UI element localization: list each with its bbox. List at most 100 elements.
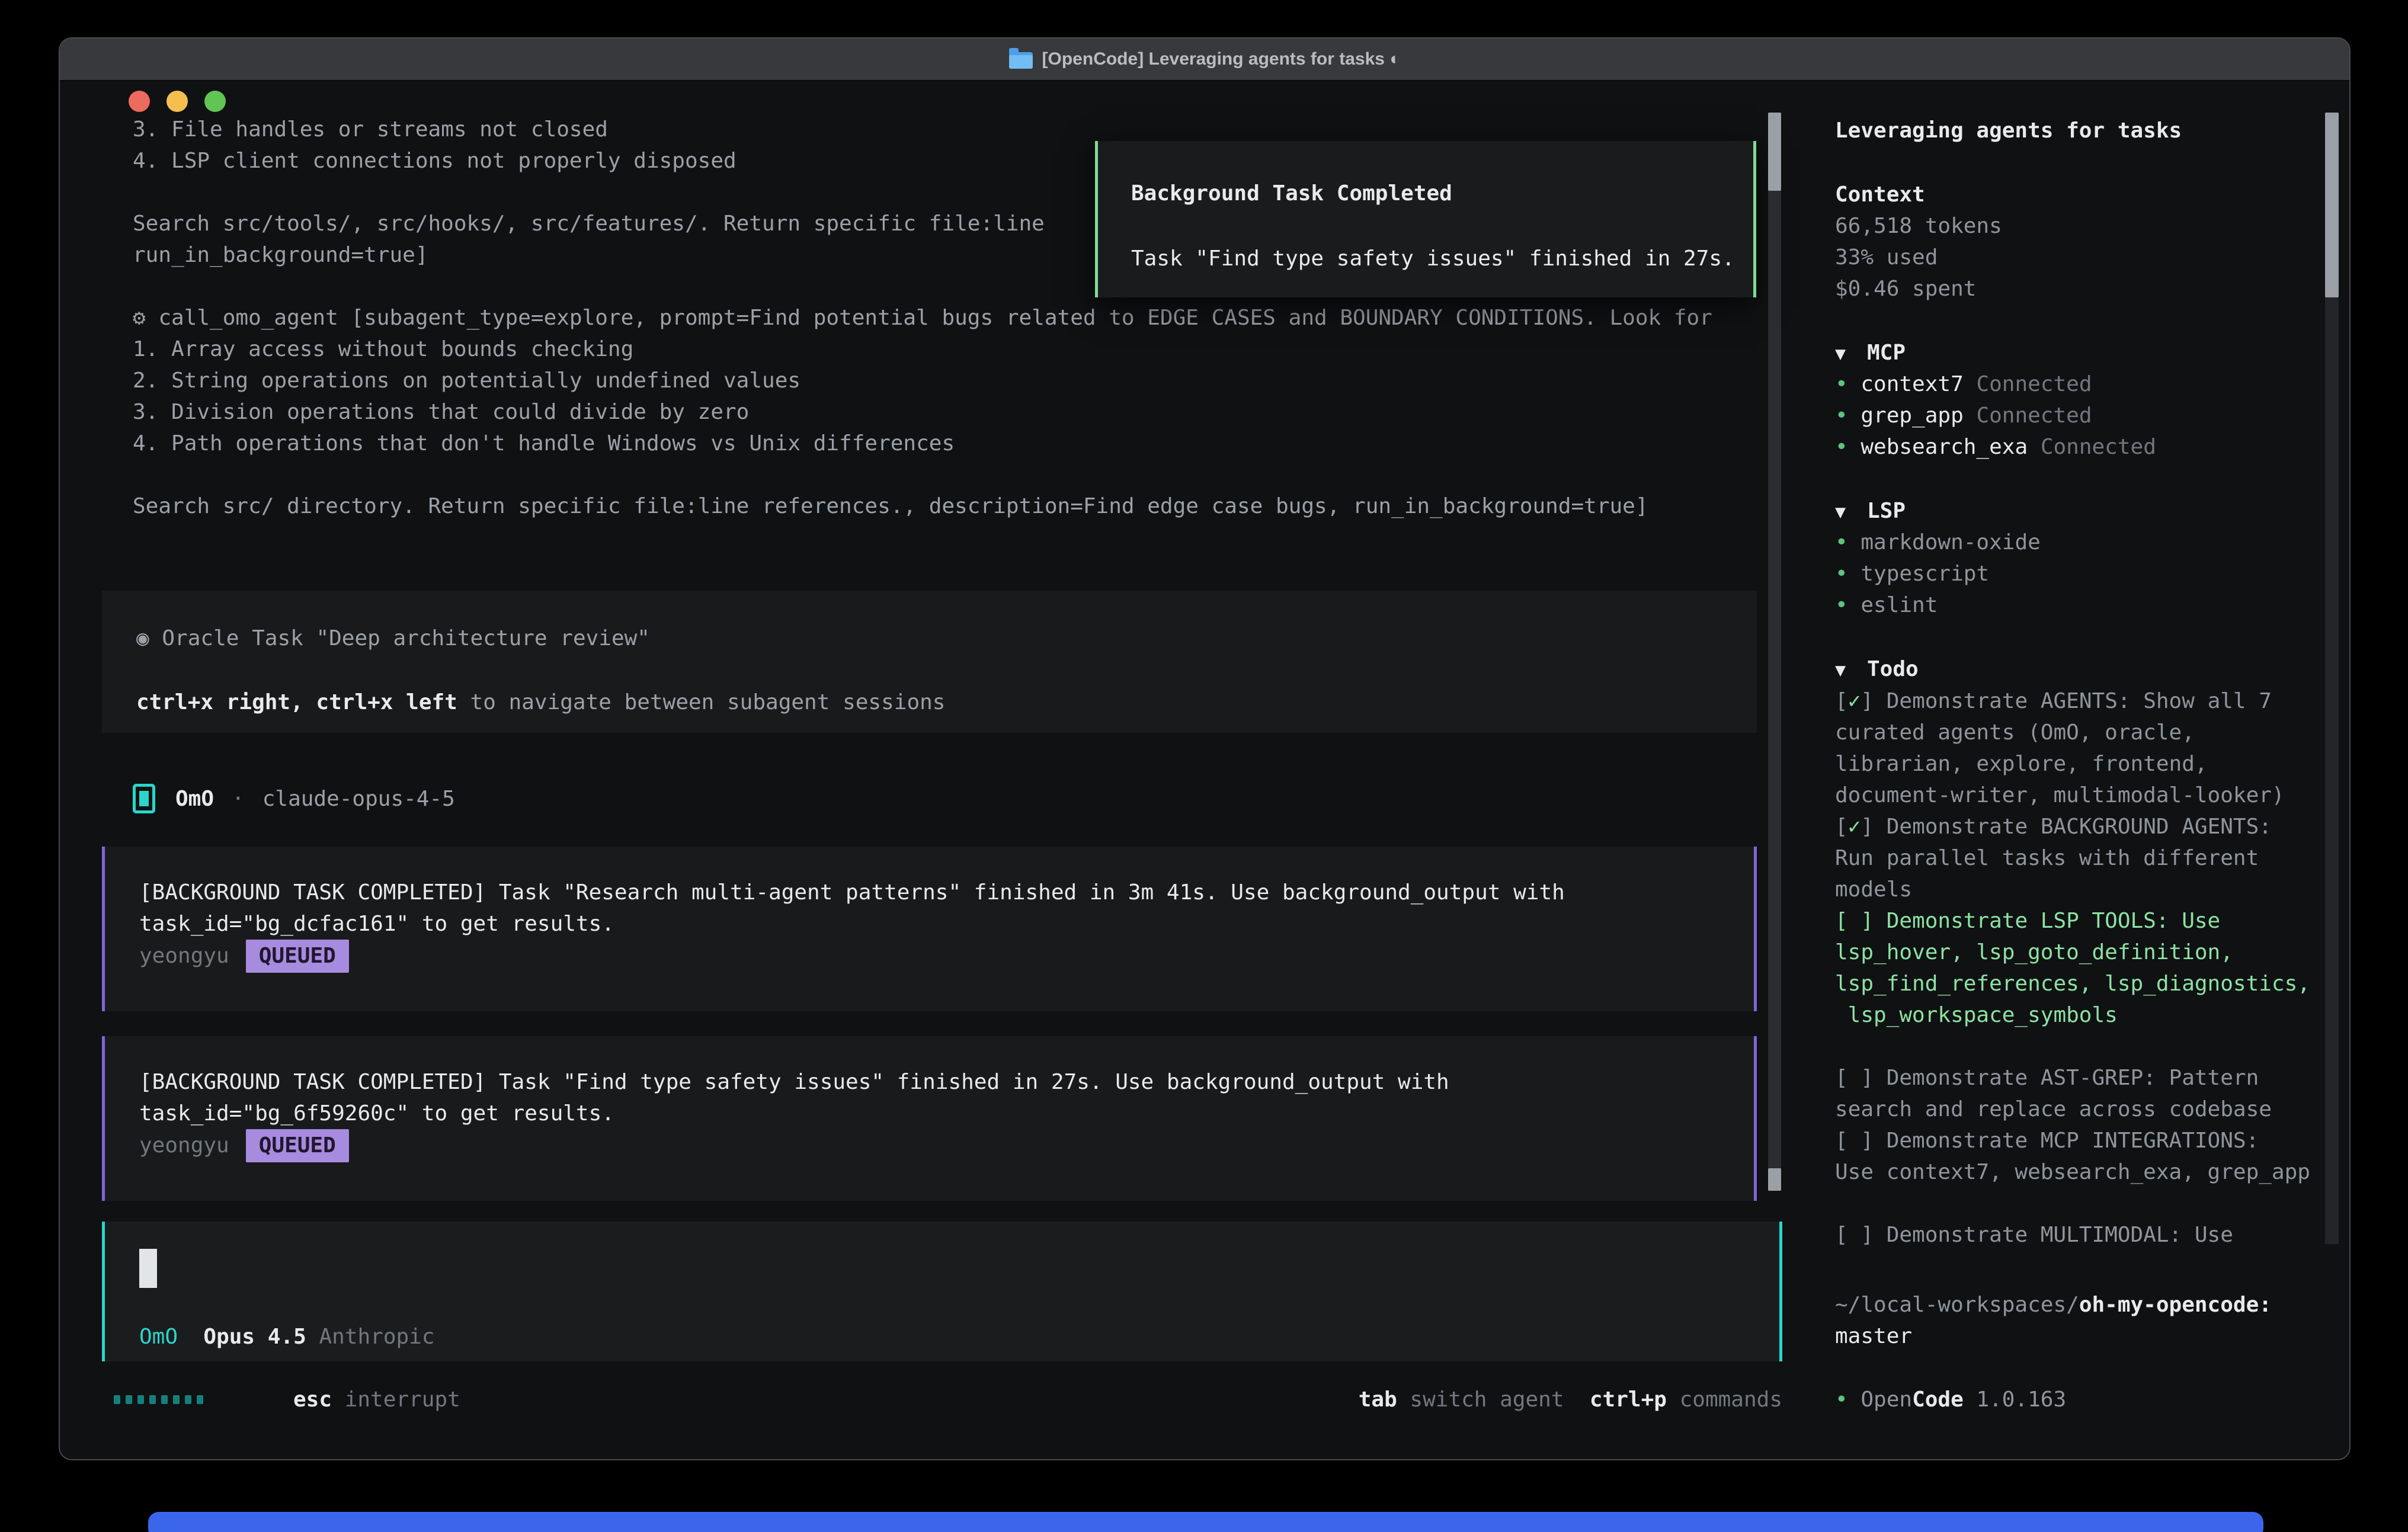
todo-line: models xyxy=(1835,874,2310,905)
task-message-meta: yeongyu QUEUED xyxy=(139,940,349,971)
mcp-item: • websearch_exa Connected xyxy=(1835,431,2156,463)
task-message-line2: task_id="bg_dcfac161" to get results. xyxy=(139,908,614,940)
todo-heading[interactable]: ▼Todo xyxy=(1835,653,1919,685)
context-tokens: 66,518 tokens xyxy=(1835,210,2002,242)
notification-toast[interactable]: Background Task Completed Task "Find typ… xyxy=(1095,141,1756,297)
terminal-window: [OpenCode] Leveraging agents for tasks ◐… xyxy=(59,37,2351,1460)
spinner-dot xyxy=(185,1395,191,1404)
agent-icon xyxy=(133,784,155,813)
chevron-down-icon: ▼ xyxy=(1835,655,1867,686)
lsp-section: ▼LSP • markdown-oxide • typescript • esl… xyxy=(1835,495,2041,621)
titlebar: [OpenCode] Leveraging agents for tasks ◐ xyxy=(60,39,2349,81)
context-section: Context 66,518 tokens 33% used $0.46 spe… xyxy=(1835,179,2002,305)
separator-dot: · xyxy=(232,787,245,811)
todo-gap xyxy=(1835,1031,2310,1062)
spinner-dot xyxy=(114,1395,120,1404)
status-badge: QUEUED xyxy=(246,940,349,973)
main-scrollbar-track[interactable] xyxy=(1768,113,1781,1191)
app-version: • OpenCode 1.0.163 xyxy=(1835,1384,2066,1415)
lsp-item: • markdown-oxide xyxy=(1835,527,2041,558)
bullet-icon: • xyxy=(1835,1387,1861,1412)
dock-bar xyxy=(148,1512,2263,1532)
session-title: Leveraging agents for tasks xyxy=(1835,115,2182,146)
todo-line: [✓] Demonstrate BACKGROUND AGENTS: xyxy=(1835,811,2310,842)
spinner-dot xyxy=(126,1395,132,1404)
terminal-line: 4. Path operations that don't handle Win… xyxy=(133,428,1762,459)
task-author: yeongyu xyxy=(139,944,229,968)
spinner-dot xyxy=(149,1395,156,1404)
todo-line: lsp_find_references, lsp_diagnostics, xyxy=(1835,968,2310,999)
notification-title: Background Task Completed xyxy=(1131,178,1452,209)
todo-line: document-writer, multimodal-looker) xyxy=(1835,780,2310,811)
spinner-dot xyxy=(173,1395,180,1404)
close-window-button[interactable] xyxy=(129,91,150,112)
oracle-task-title: ◉ Oracle Task "Deep architecture review" xyxy=(136,623,650,654)
input-agent-name: OmO xyxy=(139,1325,178,1349)
text-cursor xyxy=(139,1249,157,1288)
main-scrollbar-thumb-bottom[interactable] xyxy=(1768,1168,1781,1191)
agent-header: OmO · claude-opus-4-5 xyxy=(133,781,455,816)
terminal-line: 3. Division operations that could divide… xyxy=(133,396,1762,428)
chevron-down-icon: ▼ xyxy=(1835,338,1867,370)
notification-body: Task "Find type safety issues" finished … xyxy=(1131,243,1735,274)
todo-line: search and replace across codebase xyxy=(1835,1094,2310,1125)
folder-icon xyxy=(1009,52,1033,69)
model-line: OmO Opus 4.5 Anthropic xyxy=(139,1321,435,1352)
chevron-down-icon: ▼ xyxy=(1835,496,1867,528)
spinner-dot xyxy=(161,1395,168,1404)
task-author: yeongyu xyxy=(139,1133,229,1158)
terminal-line xyxy=(133,459,1762,491)
context-heading: Context xyxy=(1835,179,2002,210)
spinner-dot xyxy=(137,1395,144,1404)
prompt-input[interactable]: OmO Opus 4.5 Anthropic xyxy=(102,1222,1782,1361)
task-message-line2: task_id="bg_6f59260c" to get results. xyxy=(139,1098,614,1129)
bullet-icon: • xyxy=(1835,530,1861,555)
minimize-window-button[interactable] xyxy=(166,91,188,112)
status-bar: esc interrupt tab switch agent ctrl+p co… xyxy=(114,1384,1782,1415)
todo-line: curated agents (OmO, oracle, xyxy=(1835,717,2310,748)
task-message: [BACKGROUND TASK COMPLETED] Task "Resear… xyxy=(102,847,1757,1011)
todo-line: [ ] Demonstrate AST-GREP: Pattern xyxy=(1835,1062,2310,1094)
mcp-heading[interactable]: ▼MCP xyxy=(1835,337,2156,368)
terminal-line: ⚙ call_omo_agent [subagent_type=explore,… xyxy=(133,302,1762,334)
task-message-meta: yeongyuQUEUED xyxy=(139,1129,349,1161)
agent-name: OmO xyxy=(175,787,214,811)
main-scrollbar-thumb[interactable] xyxy=(1768,113,1781,191)
todo-line: [ ] Demonstrate LSP TOOLS: Use xyxy=(1835,905,2310,937)
subagent-nav-hint: ctrl+x right, ctrl+x left to navigate be… xyxy=(136,687,945,718)
mcp-item: • grep_app Connected xyxy=(1835,400,2156,431)
spinner-dots xyxy=(114,1384,209,1415)
todo-line: Use context7, websearch_exa, grep_app xyxy=(1835,1156,2310,1188)
input-provider-name: Anthropic xyxy=(319,1325,434,1349)
lsp-heading[interactable]: ▼LSP xyxy=(1835,495,2041,527)
spinner-dot xyxy=(197,1395,203,1404)
todo-line: [ ] Demonstrate MCP INTEGRATIONS: xyxy=(1835,1125,2310,1156)
zoom-window-button[interactable] xyxy=(204,91,226,112)
window-title: [OpenCode] Leveraging agents for tasks ◐ xyxy=(1042,49,1401,69)
circle-icon: ◉ xyxy=(136,626,149,650)
traffic-lights xyxy=(129,91,226,112)
workspace-path: ~/local-workspaces/oh-my-opencode: maste… xyxy=(1835,1289,2272,1352)
todo-list: [✓] Demonstrate AGENTS: Show all 7curate… xyxy=(1835,685,2310,1251)
lsp-item: • typescript xyxy=(1835,558,2041,589)
git-branch: master xyxy=(1835,1321,2272,1352)
terminal-line: 1. Array access without bounds checking xyxy=(133,334,1762,365)
agent-model: claude-opus-4-5 xyxy=(262,787,455,811)
terminal-line: 2. String operations on potentially unde… xyxy=(133,365,1762,396)
todo-line: Run parallel tasks with different xyxy=(1835,842,2310,874)
task-message: [BACKGROUND TASK COMPLETED] Task "Find t… xyxy=(102,1036,1757,1201)
todo-line: [ ] Demonstrate MULTIMODAL: Use xyxy=(1835,1219,2310,1251)
oracle-task-box: ◉ Oracle Task "Deep architecture review"… xyxy=(102,591,1757,733)
bullet-icon: • xyxy=(1835,593,1861,617)
mcp-item: • context7 Connected xyxy=(1835,368,2156,400)
todo-line: lsp_hover, lsp_goto_definition, xyxy=(1835,937,2310,968)
bullet-icon: • xyxy=(1835,435,1861,459)
bullet-icon: • xyxy=(1835,403,1861,428)
sidebar-scrollbar-thumb[interactable] xyxy=(2325,113,2339,297)
context-spent: $0.46 spent xyxy=(1835,273,2002,305)
task-message-line1: [BACKGROUND TASK COMPLETED] Task "Find t… xyxy=(139,1066,1449,1098)
todo-line: [✓] Demonstrate AGENTS: Show all 7 xyxy=(1835,685,2310,717)
todo-line: lsp_workspace_symbols xyxy=(1835,999,2310,1031)
lsp-item: • eslint xyxy=(1835,589,2041,621)
bullet-icon: • xyxy=(1835,372,1861,396)
